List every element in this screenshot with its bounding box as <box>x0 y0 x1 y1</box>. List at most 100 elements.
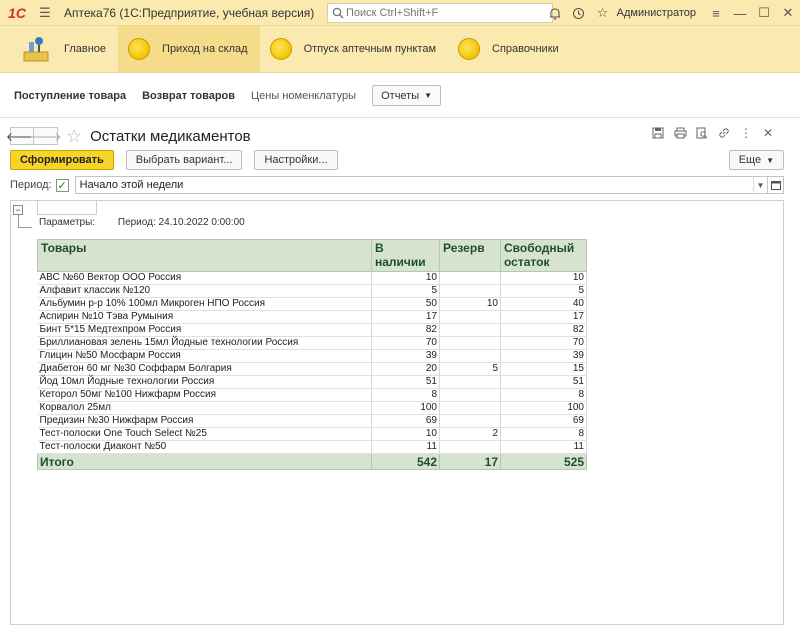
link-icon[interactable] <box>716 125 732 141</box>
reports-label: Отчеты <box>381 89 420 102</box>
reserve-cell <box>439 401 501 415</box>
preview-icon[interactable] <box>694 125 710 141</box>
goods-cell: Йод 10мл Йодные технологии Россия <box>37 375 372 389</box>
arrow-right-icon: 🡒 <box>29 129 62 144</box>
table-row[interactable]: Альбумин р-р 10% 100мл Микроген НПО Росс… <box>37 297 587 311</box>
goods-cell: Бриллиановая зелень 15мл Йодные технолог… <box>37 336 372 350</box>
active-cell <box>37 201 97 215</box>
table-row[interactable]: Корвалол 25мл 100 100 <box>37 401 587 415</box>
table-row[interactable]: Йод 10мл Йодные технологии Россия 51 51 <box>37 375 587 389</box>
period-value: Начало этой недели <box>79 179 184 191</box>
goods-cell: Корвалол 25мл <box>37 401 372 415</box>
table-row[interactable]: Бриллиановая зелень 15мл Йодные технолог… <box>37 336 587 350</box>
reserve-cell: 10 <box>439 297 501 311</box>
menu-icon[interactable]: ☰ <box>34 2 56 24</box>
calendar-icon[interactable] <box>768 176 784 194</box>
yellow-circle-icon <box>269 38 292 60</box>
yellow-circle-icon <box>458 38 481 60</box>
header-free: Свободный остаток <box>500 239 587 272</box>
dropdown-arrow-icon: ▼ <box>424 91 433 100</box>
app-logo[interactable]: 1С <box>0 0 34 26</box>
free-cell: 11 <box>500 440 587 454</box>
goods-cell: Тест-полоски One Touch Select №25 <box>37 427 372 441</box>
main-menu-icon[interactable]: ≡ <box>704 2 728 24</box>
in-stock-cell: 5 <box>371 284 440 298</box>
reports-menu-button[interactable]: Отчеты ▼ <box>372 85 442 106</box>
choose-variant-button[interactable]: Выбрать вариант... <box>125 150 243 170</box>
reserve-cell: 5 <box>439 362 501 376</box>
table-row[interactable]: Алфавит классик №120 5 5 <box>37 284 587 298</box>
table-row[interactable]: Тест-полоски One Touch Select №25 10 2 8 <box>37 427 587 441</box>
history-icon[interactable] <box>567 2 591 24</box>
section-warehouse-in[interactable]: Приход на склад <box>118 26 260 72</box>
forward-button[interactable]: 🡒 <box>29 127 62 145</box>
generate-button[interactable]: Сформировать <box>10 150 114 170</box>
section-label: Отпуск аптечным пунктам <box>303 43 437 55</box>
print-icon[interactable] <box>672 125 688 141</box>
table-row[interactable]: Кеторол 50мг №100 Нижфарм Россия 8 8 <box>37 388 587 402</box>
total-reserve: 17 <box>439 453 501 470</box>
total-row: Итого 542 17 525 <box>37 453 587 470</box>
table-row[interactable]: Предизин №30 Нижфарм Россия 69 69 <box>37 414 587 428</box>
table-row[interactable]: АВС №60 Вектор ООО Россия 10 10 <box>37 271 587 285</box>
reserve-cell <box>439 271 501 285</box>
total-in-stock: 542 <box>371 453 440 470</box>
free-cell: 82 <box>500 323 587 337</box>
link-nomenclature-prices[interactable]: Цены номенклатуры <box>251 90 356 102</box>
reserve-cell <box>439 336 501 350</box>
goods-cell: Предизин №30 Нижфарм Россия <box>37 414 372 428</box>
goods-cell: Аспирин №10 Тэва Румыния <box>37 310 372 324</box>
search-icon <box>332 7 344 19</box>
free-cell: 51 <box>500 375 587 389</box>
goods-cell: Альбумин р-р 10% 100мл Микроген НПО Росс… <box>37 297 372 311</box>
reserve-cell <box>439 310 501 324</box>
settings-button[interactable]: Настройки... <box>254 150 338 170</box>
table-row[interactable]: Бинт 5*15 Медтехпром Россия 82 82 <box>37 323 587 337</box>
minimize-icon[interactable]: — <box>728 2 752 24</box>
header-goods: Товары <box>37 239 372 272</box>
save-icon[interactable] <box>650 125 666 141</box>
link-goods-return[interactable]: Возврат товаров <box>142 90 235 102</box>
bell-icon[interactable] <box>543 2 567 24</box>
table-row[interactable]: Аспирин №10 Тэва Румыния 17 17 <box>37 310 587 324</box>
total-label: Итого <box>37 453 372 470</box>
section-home[interactable]: Главное <box>0 26 118 72</box>
link-goods-receipt[interactable]: Поступление товара <box>14 90 126 102</box>
free-cell: 5 <box>500 284 587 298</box>
in-stock-cell: 100 <box>371 401 440 415</box>
header-in-stock: Вналичии <box>371 239 440 272</box>
period-checkbox[interactable]: ✓ <box>55 178 69 192</box>
table-row[interactable]: Тест-полоски Диаконт №50 11 11 <box>37 440 587 454</box>
user-name[interactable]: Администратор <box>617 7 696 19</box>
period-field[interactable]: Начало этой недели ▼ <box>74 176 768 194</box>
goods-cell: Диабетон 60 мг №30 Соффарм Болгария <box>37 362 372 376</box>
table-row[interactable]: Глицин №50 Мосфарм Россия 39 39 <box>37 349 587 363</box>
section-catalogs[interactable]: Справочники <box>448 26 571 72</box>
maximize-icon[interactable]: ☐ <box>752 2 776 24</box>
collapse-group-icon[interactable]: − <box>13 205 23 215</box>
params-value: Период: 24.10.2022 0:00:00 <box>117 217 245 228</box>
goods-cell: Алфавит классик №120 <box>37 284 372 298</box>
search-input[interactable] <box>344 6 544 20</box>
more-button[interactable]: Еще ▼ <box>728 150 784 170</box>
more-vertical-icon[interactable]: ⋮ <box>738 125 754 141</box>
close-icon[interactable]: ✕ <box>776 2 800 24</box>
period-dropdown-icon[interactable]: ▼ <box>753 177 767 193</box>
total-free: 525 <box>500 453 587 470</box>
free-cell: 39 <box>500 349 587 363</box>
dropdown-arrow-icon: ▼ <box>766 155 774 165</box>
reserve-cell <box>439 349 501 363</box>
in-stock-cell: 10 <box>371 271 440 285</box>
section-pharmacy-out[interactable]: Отпуск аптечным пунктам <box>260 26 448 72</box>
table-row[interactable]: Диабетон 60 мг №30 Соффарм Болгария 20 5 15 <box>37 362 587 376</box>
report-spreadsheet[interactable]: − Параметры: Период: 24.10.2022 0:00:00 … <box>10 200 784 625</box>
function-panel: Поступление товара Возврат товаров Цены … <box>0 74 800 118</box>
favorites-icon[interactable]: ☆ <box>591 2 615 24</box>
form-close-icon[interactable]: ✕ <box>760 125 776 141</box>
in-stock-cell: 20 <box>371 362 440 376</box>
more-label: Еще <box>738 154 762 166</box>
reserve-cell <box>439 284 501 298</box>
favorite-star-icon[interactable]: ☆ <box>66 126 82 147</box>
goods-cell: АВС №60 Вектор ООО Россия <box>37 271 372 285</box>
global-search[interactable] <box>327 3 553 23</box>
